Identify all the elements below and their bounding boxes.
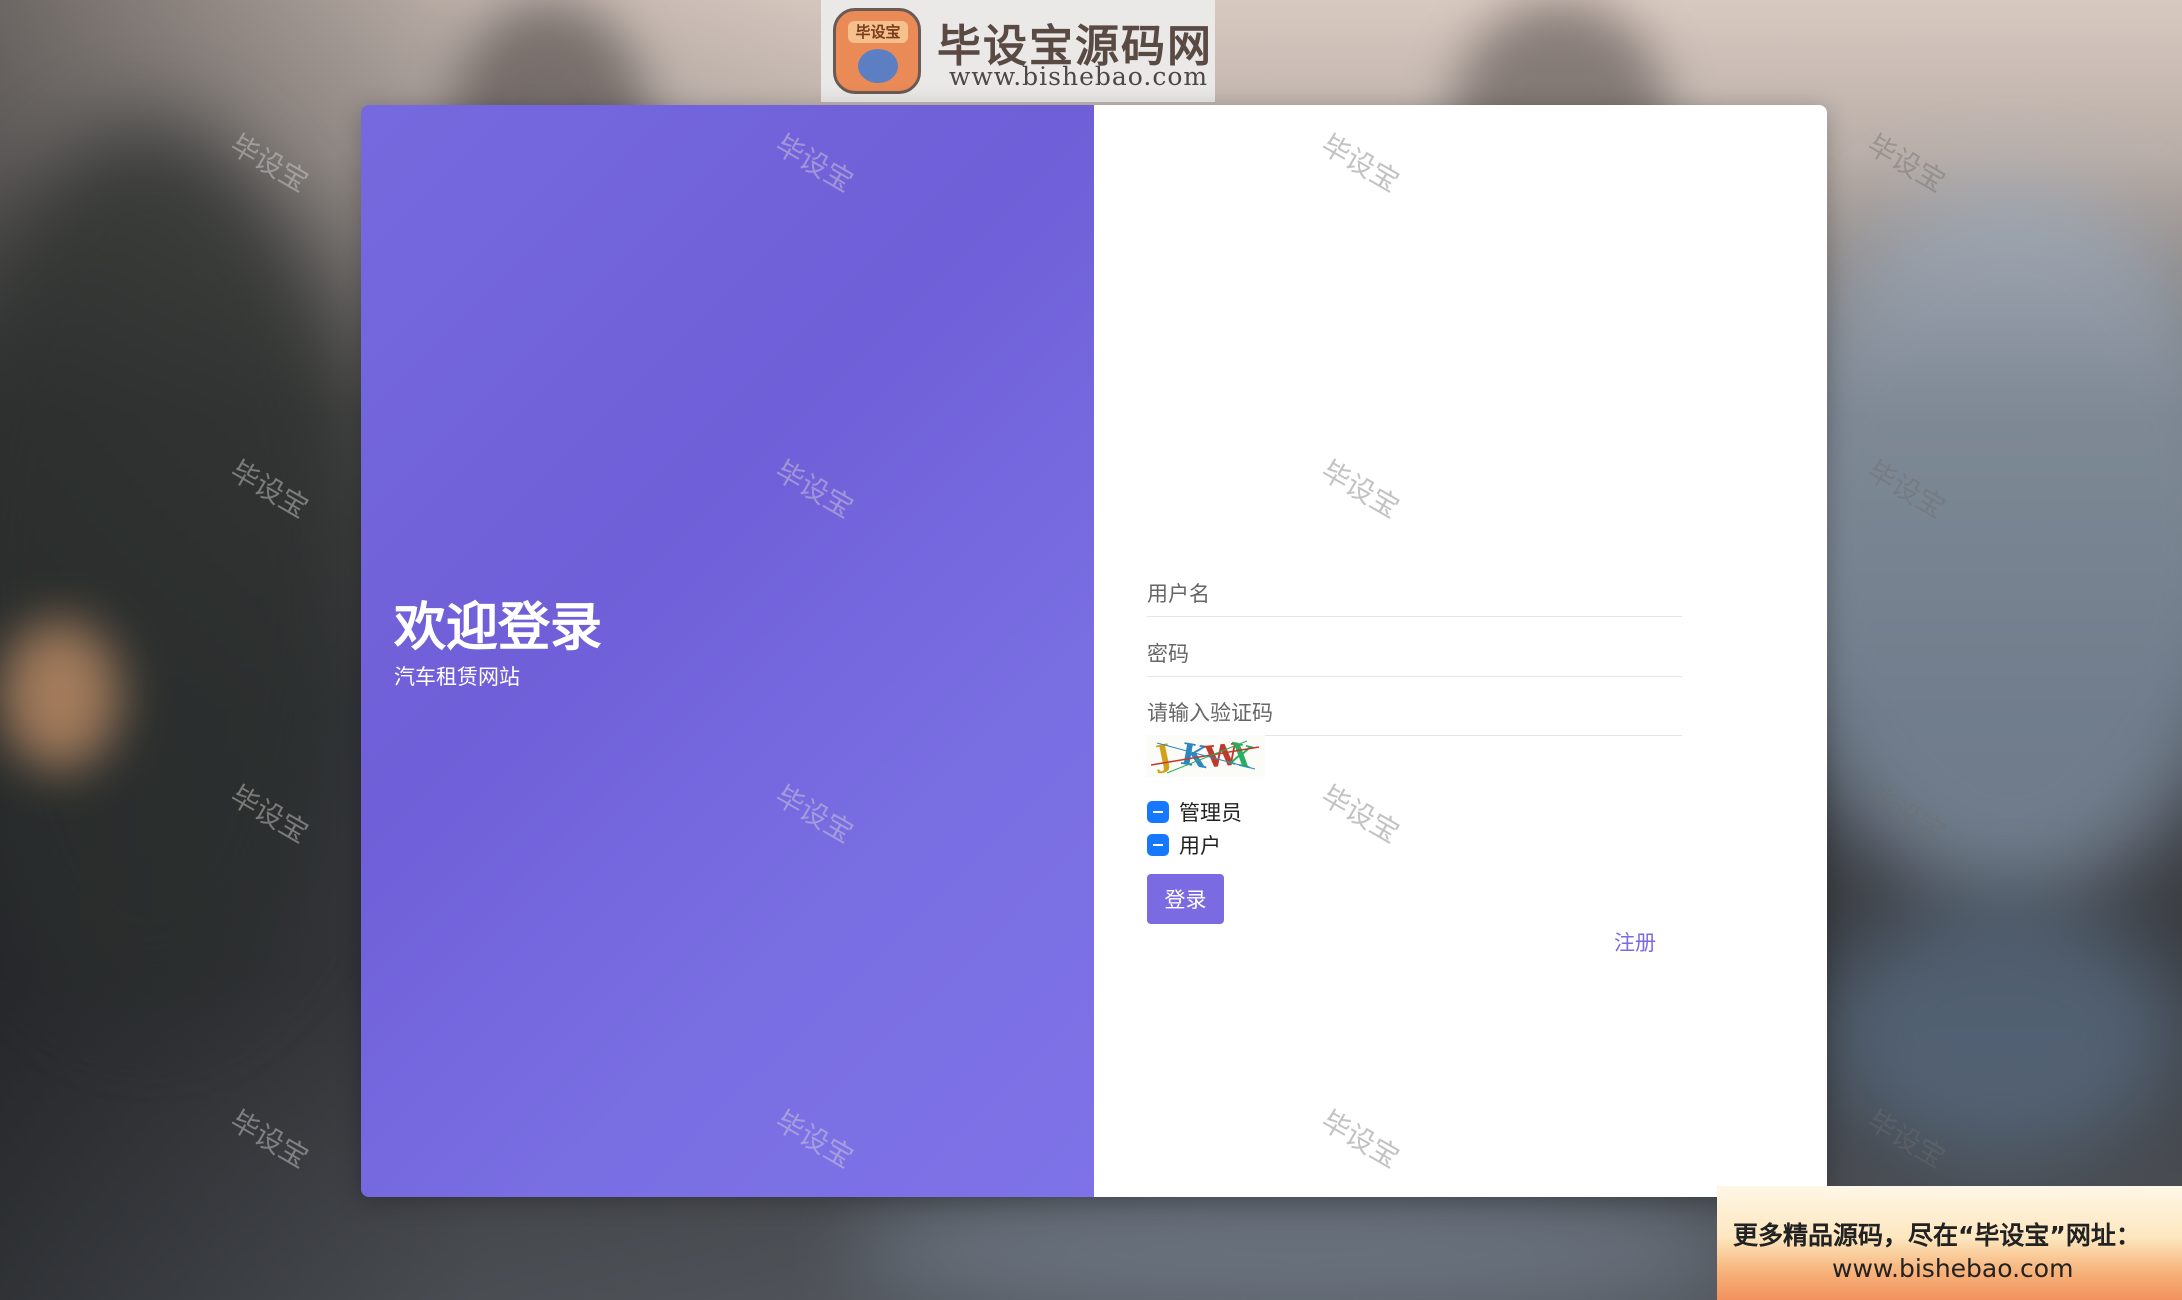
checkbox-indeterminate-icon[interactable] — [1147, 801, 1169, 823]
site-subtitle: 汽车租赁网站 — [394, 665, 520, 689]
background-blur — [0, 620, 120, 770]
captcha-image[interactable]: JKWX — [1147, 735, 1265, 777]
promo-url: www.bishebao.com — [1832, 1254, 2074, 1283]
mascot-logo-icon: 毕设宝 — [833, 8, 921, 94]
login-card: 欢迎登录 汽车租赁网站 JKWX 管理员 用户 登录 注 — [361, 105, 1827, 1197]
site-logo-banner: 毕设宝 毕设宝源码网 www.bishebao.com — [821, 0, 1215, 102]
checkbox-indeterminate-icon[interactable] — [1147, 834, 1169, 856]
welcome-panel: 欢迎登录 汽车租赁网站 — [361, 105, 1094, 1197]
captcha-input[interactable] — [1147, 677, 1682, 735]
logo-url: www.bishebao.com — [949, 62, 1209, 91]
background-blur — [1820, 900, 2180, 1160]
role-label-admin: 管理员 — [1179, 801, 1242, 825]
register-link[interactable]: 注册 — [1614, 927, 1656, 957]
welcome-title: 欢迎登录 — [394, 598, 603, 658]
promo-text: 更多精品源码，尽在“毕设宝”网址： — [1733, 1221, 2141, 1250]
role-option-user[interactable]: 用户 — [1147, 831, 1221, 859]
background-blur — [850, 1180, 1750, 1300]
role-option-admin[interactable]: 管理员 — [1147, 798, 1242, 826]
username-field — [1147, 558, 1682, 617]
logo-badge: 毕设宝 — [848, 21, 908, 43]
username-input[interactable] — [1147, 558, 1682, 616]
password-field — [1147, 618, 1682, 677]
mascot-face — [858, 49, 898, 83]
captcha-noise — [1150, 740, 1260, 774]
login-form: JKWX 管理员 用户 登录 注册 — [1094, 105, 1827, 1197]
promo-banner: 更多精品源码，尽在“毕设宝”网址： www.bishebao.com — [1717, 1186, 2182, 1300]
password-input[interactable] — [1147, 618, 1682, 676]
captcha-field — [1147, 677, 1682, 736]
role-label-user: 用户 — [1179, 834, 1221, 858]
login-button[interactable]: 登录 — [1147, 874, 1224, 924]
background-blur — [0, 120, 360, 1020]
